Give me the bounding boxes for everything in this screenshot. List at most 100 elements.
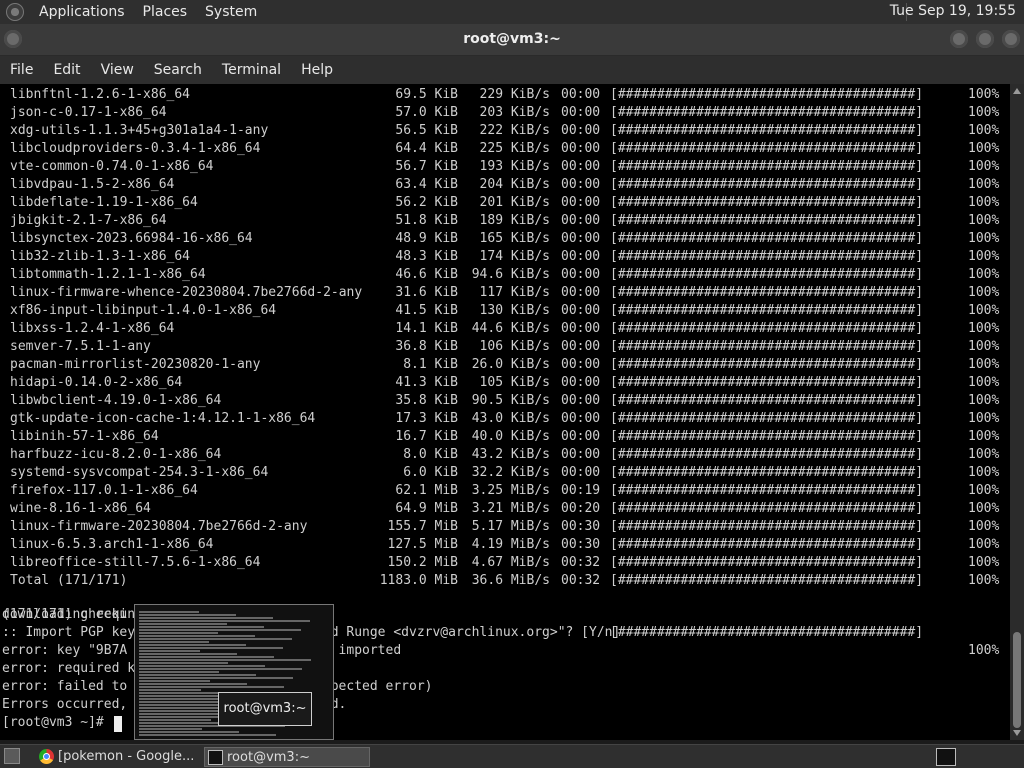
preview-line xyxy=(139,653,237,655)
clock[interactable]: Tue Sep 19, 19:55 xyxy=(890,3,1016,19)
scroll-down-icon[interactable] xyxy=(1013,730,1021,736)
package-percent: 100% xyxy=(968,519,1000,534)
package-size: 17.3 KiB xyxy=(395,411,458,426)
preview-line xyxy=(139,611,199,613)
package-speed: 32.2 KiB/s xyxy=(471,465,550,480)
package-speed: 105 KiB/s xyxy=(479,375,550,390)
package-percent: 100% xyxy=(968,339,1000,354)
package-name: linux-firmware-20230804.7be2766d-2-any xyxy=(10,519,308,534)
tray-terminal-icon[interactable] xyxy=(936,748,956,766)
package-percent: 100% xyxy=(968,393,1000,408)
package-name: libwbclient-4.19.0-1-x86_64 xyxy=(10,393,222,408)
top-panel: Applications Places System Tue Sep 19, 1… xyxy=(0,0,1024,24)
preview-line xyxy=(139,656,274,658)
package-speed: 117 KiB/s xyxy=(479,285,550,300)
package-percent: 100% xyxy=(968,195,1000,210)
package-time: 00:00 xyxy=(561,159,601,174)
package-size: 8.0 KiB xyxy=(403,447,458,462)
package-percent: 100% xyxy=(968,483,1000,498)
maximize-icon[interactable] xyxy=(976,30,994,48)
package-progress-bar: [######################################] xyxy=(610,393,924,408)
preview-line xyxy=(139,623,227,625)
menu-applications[interactable]: Applications xyxy=(30,4,134,20)
package-time: 00:00 xyxy=(561,447,601,462)
task-terminal[interactable]: root@vm3:~ xyxy=(204,747,370,767)
package-name: wine-8.16-1-x86_64 xyxy=(10,501,151,516)
terminal-scrollbar[interactable] xyxy=(1010,84,1024,740)
preview-line xyxy=(139,641,209,643)
window-titlebar[interactable]: root@vm3:~ xyxy=(0,24,1024,56)
show-desktop-icon[interactable] xyxy=(4,748,20,764)
window-preview-tooltip: root@vm3:~ xyxy=(218,692,312,726)
minimize-icon[interactable] xyxy=(950,30,968,48)
package-name: libinih-57-1-x86_64 xyxy=(10,429,159,444)
preview-line xyxy=(139,671,219,673)
package-percent: 100% xyxy=(968,105,1000,120)
package-size: 35.8 KiB xyxy=(395,393,458,408)
package-size: 41.5 KiB xyxy=(395,303,458,318)
package-name: linux-firmware-whence-20230804.7be2766d-… xyxy=(10,285,363,300)
keyring-row: (171/171) checking keys in keyring [####… xyxy=(0,588,999,658)
package-size: 14.1 KiB xyxy=(395,321,458,336)
preview-line xyxy=(139,674,256,676)
menu-edit[interactable]: Edit xyxy=(43,62,90,78)
package-time: 00:00 xyxy=(561,123,601,138)
package-speed: 90.5 KiB/s xyxy=(471,393,550,408)
package-size: 1183.0 MiB xyxy=(379,573,458,588)
package-speed: 3.21 MiB/s xyxy=(471,501,550,516)
package-time: 00:00 xyxy=(561,429,601,444)
package-time: 00:00 xyxy=(561,357,601,372)
package-speed: 44.6 KiB/s xyxy=(471,321,550,336)
preview-line xyxy=(139,659,311,661)
package-time: 00:00 xyxy=(561,393,601,408)
package-size: 6.0 KiB xyxy=(403,465,458,480)
terminal-menubar: File Edit View Search Terminal Help xyxy=(0,56,1024,84)
package-time: 00:00 xyxy=(561,141,601,156)
package-progress-bar: [######################################] xyxy=(610,375,924,390)
package-name: vte-common-0.74.0-1-x86_64 xyxy=(10,159,214,174)
package-speed: 174 KiB/s xyxy=(479,249,550,264)
preview-line xyxy=(139,689,201,691)
package-name: Total (171/171) xyxy=(10,573,128,588)
close-icon[interactable] xyxy=(1002,30,1020,48)
menu-terminal[interactable]: Terminal xyxy=(212,62,291,78)
keyring-pct: 100% xyxy=(968,643,1000,658)
package-time: 00:19 xyxy=(561,483,601,498)
package-name: json-c-0.17-1-x86_64 xyxy=(10,105,167,120)
task-browser[interactable]: [pokemon - Google... xyxy=(36,747,200,767)
package-percent: 100% xyxy=(968,123,1000,138)
preview-line xyxy=(139,614,236,616)
preview-line xyxy=(139,629,301,631)
package-speed: 106 KiB/s xyxy=(479,339,550,354)
package-progress-bar: [######################################] xyxy=(610,411,924,426)
system-logo-icon[interactable] xyxy=(6,3,24,21)
package-name: firefox-117.0.1-1-x86_64 xyxy=(10,483,198,498)
package-time: 00:00 xyxy=(561,87,601,102)
package-speed: 165 KiB/s xyxy=(479,231,550,246)
package-size: 69.5 KiB xyxy=(395,87,458,102)
package-size: 36.8 KiB xyxy=(395,339,458,354)
package-progress-bar: [######################################] xyxy=(610,519,924,534)
scrollbar-thumb[interactable] xyxy=(1013,632,1021,728)
package-progress-bar: [######################################] xyxy=(610,537,924,552)
package-size: 127.5 MiB xyxy=(387,537,458,552)
menu-view[interactable]: View xyxy=(91,62,144,78)
menu-system[interactable]: System xyxy=(196,4,266,20)
preview-line xyxy=(139,710,220,712)
menu-search[interactable]: Search xyxy=(144,62,212,78)
menu-places[interactable]: Places xyxy=(134,4,197,20)
package-speed: 130 KiB/s xyxy=(479,303,550,318)
package-time: 00:20 xyxy=(561,501,601,516)
preview-line xyxy=(139,620,310,622)
package-size: 155.7 MiB xyxy=(387,519,458,534)
menu-file[interactable]: File xyxy=(0,62,43,78)
package-percent: 100% xyxy=(968,555,1000,570)
package-size: 62.1 MiB xyxy=(395,483,458,498)
package-size: 31.6 KiB xyxy=(395,285,458,300)
package-name: libsynctex-2023.66984-16-x86_64 xyxy=(10,231,253,246)
menu-help[interactable]: Help xyxy=(291,62,343,78)
preview-line xyxy=(139,680,210,682)
package-progress-bar: [######################################] xyxy=(610,87,924,102)
chrome-icon xyxy=(39,749,54,764)
scroll-up-icon[interactable] xyxy=(1013,88,1021,94)
